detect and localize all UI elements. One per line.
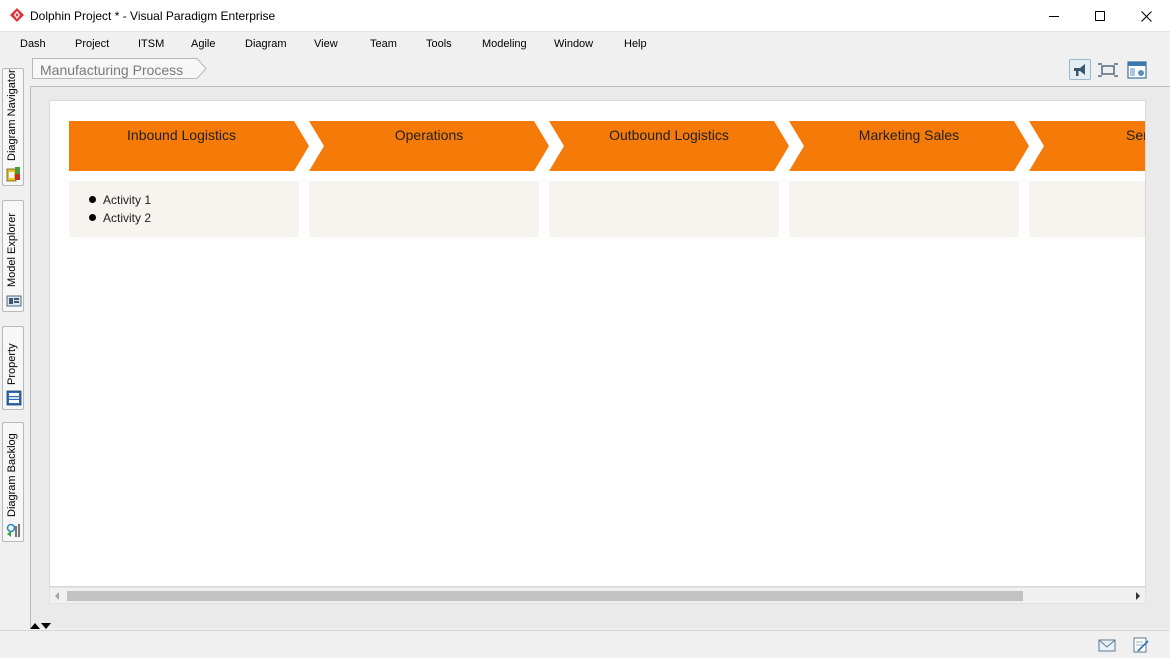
diagram-canvas[interactable]: Inbound Logistics Operations Outbound Lo…	[49, 100, 1146, 587]
mail-icon[interactable]	[1098, 637, 1116, 653]
tab-model-explorer-label: Model Explorer	[6, 213, 18, 287]
stage-label: Outbound Logistics	[609, 127, 729, 143]
close-button[interactable]	[1123, 0, 1169, 32]
visual-paradigm-logo-icon	[10, 8, 24, 22]
stage-marketing-sales[interactable]: Marketing Sales	[789, 121, 1029, 171]
menu-help[interactable]: Help	[624, 38, 647, 50]
activity-item[interactable]: Activity 2	[89, 211, 151, 229]
window-title: Dolphin Project * - Visual Paradigm Ente…	[30, 9, 276, 23]
minimize-button[interactable]	[1031, 0, 1077, 32]
stage-service[interactable]: Ser	[1029, 121, 1146, 171]
breadcrumb-row: Manufacturing Process	[26, 56, 1170, 84]
side-tab-strip: Diagram Navigator Model Explorer Propert…	[0, 56, 26, 630]
tab-diagram-navigator-label: Diagram Navigator	[6, 69, 18, 161]
activity-box-inbound-logistics[interactable]: Activity 1 Activity 2	[69, 181, 299, 237]
stage-label: Ser	[1126, 127, 1146, 143]
menu-dash[interactable]: Dash	[20, 38, 46, 50]
property-icon	[6, 390, 22, 406]
layout-panel-button[interactable]	[1126, 59, 1148, 80]
stage-operations[interactable]: Operations	[309, 121, 549, 171]
menu-modeling[interactable]: Modeling	[482, 38, 527, 50]
title-bar: Dolphin Project * - Visual Paradigm Ente…	[0, 0, 1170, 32]
status-bar	[0, 630, 1170, 658]
menu-window[interactable]: Window	[554, 38, 593, 50]
tab-model-explorer[interactable]: Model Explorer	[2, 200, 24, 312]
activity-list: Activity 1 Activity 2	[89, 193, 151, 229]
tab-property[interactable]: Property	[2, 326, 24, 410]
announce-button[interactable]	[1069, 59, 1091, 80]
collapse-panel-arrows-icon[interactable]	[30, 621, 54, 630]
activity-box-service[interactable]	[1029, 181, 1145, 237]
model-explorer-icon	[6, 295, 22, 307]
stage-label: Marketing Sales	[858, 127, 960, 143]
scrollbar-thumb[interactable]	[67, 591, 1023, 601]
breadcrumb[interactable]: Manufacturing Process	[32, 58, 207, 79]
tab-property-label: Property	[6, 343, 18, 385]
breadcrumb-label: Manufacturing Process	[40, 62, 184, 78]
activity-box-marketing-sales[interactable]	[789, 181, 1019, 237]
minimize-icon	[1048, 15, 1059, 17]
edit-document-icon[interactable]	[1132, 637, 1150, 653]
maximize-icon	[1094, 10, 1105, 21]
stage-outbound-logistics[interactable]: Outbound Logistics	[549, 121, 789, 171]
fit-diagram-icon	[1098, 62, 1118, 77]
maximize-button[interactable]	[1077, 0, 1123, 32]
tab-diagram-navigator[interactable]: Diagram Navigator	[2, 68, 24, 186]
tab-diagram-backlog-label: Diagram Backlog	[6, 433, 18, 517]
activity-box-operations[interactable]	[309, 181, 539, 237]
diagram-navigator-icon	[6, 167, 20, 182]
announce-icon	[1074, 63, 1085, 76]
menu-tools[interactable]: Tools	[426, 38, 452, 50]
menu-agile[interactable]: Agile	[191, 38, 215, 50]
scroll-right-arrow-icon[interactable]	[1134, 592, 1141, 600]
diagram-backlog-icon	[6, 523, 20, 537]
menu-itsm[interactable]: ITSM	[138, 38, 164, 50]
menu-diagram[interactable]: Diagram	[245, 38, 287, 50]
close-icon	[1140, 10, 1152, 22]
activity-box-outbound-logistics[interactable]	[549, 181, 779, 237]
menu-view[interactable]: View	[314, 38, 338, 50]
fit-diagram-button[interactable]	[1097, 59, 1119, 80]
tab-diagram-backlog[interactable]: Diagram Backlog	[2, 422, 24, 542]
layout-panel-icon	[1127, 60, 1147, 79]
menu-team[interactable]: Team	[370, 38, 397, 50]
scroll-left-arrow-icon[interactable]	[54, 592, 61, 600]
activity-item[interactable]: Activity 1	[89, 193, 151, 211]
horizontal-scrollbar[interactable]	[49, 587, 1146, 604]
menu-project[interactable]: Project	[75, 38, 109, 50]
stage-label: Inbound Logistics	[127, 127, 236, 143]
stage-label: Operations	[394, 127, 464, 143]
menu-bar: Dash Project ITSM Agile Diagram View Tea…	[0, 32, 1170, 56]
stage-inbound-logistics[interactable]: Inbound Logistics	[69, 121, 309, 171]
